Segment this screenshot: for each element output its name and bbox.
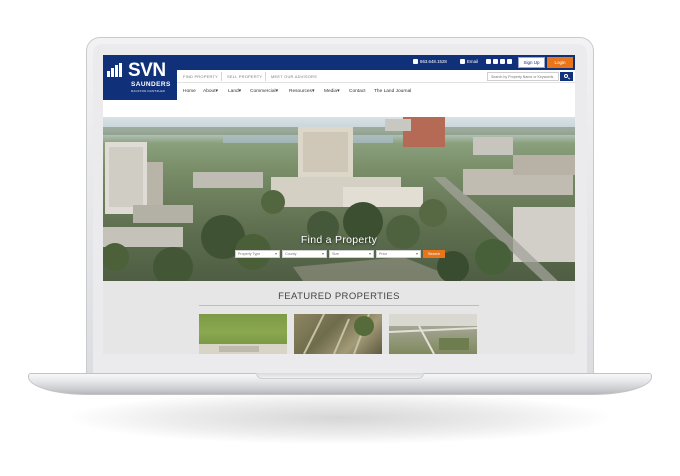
chevron-down-icon: ▾ [238,89,242,94]
chevron-down-icon: ▾ [275,89,279,94]
email-link[interactable]: Email [460,59,478,64]
divider [199,305,479,306]
nav-item-land-journal[interactable]: The Land Journal [374,89,411,94]
login-button[interactable]: Login [547,57,573,68]
laptop-mockup: SVN SAUNDERS RALSTON DANTZLER 863.648.15… [0,0,680,476]
sell-property-link[interactable]: SELL PROPERTY [227,74,262,79]
featured-property-card[interactable] [294,314,382,354]
laptop-hinge-notch [256,373,424,379]
sub-navigation-bar: FIND PROPERTY SELL PROPERTY MEET OUR ADV… [177,70,575,83]
divider [221,72,222,81]
youtube-icon[interactable] [507,59,512,64]
email-label: Email [467,59,478,64]
divider [265,72,266,81]
signup-button[interactable]: Sign Up [518,57,545,68]
hero-banner: Find a Property Property Type County Siz… [103,117,575,281]
price-select[interactable]: Price [376,250,421,258]
chevron-down-icon [416,253,418,255]
property-type-select[interactable]: Property Type [235,250,280,258]
phone-number: 863.648.1528 [420,59,447,64]
featured-property-card[interactable] [199,314,287,354]
logo-bars-icon [107,63,127,77]
phone-icon [413,59,418,64]
nav-item-resources[interactable]: Resources▾ [289,89,314,94]
twitter-icon[interactable] [493,59,498,64]
chevron-down-icon: ▾ [215,89,218,94]
nav-item-contact[interactable]: Contact [349,89,366,94]
featured-section: FEATURED PROPERTIES [103,281,575,354]
chevron-down-icon: ▾ [337,89,340,94]
site-search-button[interactable] [560,72,573,81]
logo-name: SAUNDERS [131,81,171,88]
chevron-down-icon: ▾ [311,89,315,94]
logo-mark-text: SVN [128,60,166,81]
laptop-shadow [70,392,610,444]
site-logo[interactable]: SVN SAUNDERS RALSTON DANTZLER [103,55,177,100]
laptop-screen: SVN SAUNDERS RALSTON DANTZLER 863.648.15… [103,55,575,354]
meet-advisors-link[interactable]: MEET OUR ADVISORS [271,74,317,79]
featured-property-card[interactable] [389,314,477,354]
logo-tagline: RALSTON DANTZLER [131,89,165,93]
property-photo [303,314,374,354]
linkedin-icon[interactable] [500,59,505,64]
county-select[interactable]: County [282,250,327,258]
top-utility-bar: 863.648.1528 Email Sign Up Login [177,55,575,70]
facebook-icon[interactable] [486,59,491,64]
property-photo [389,314,477,354]
find-property-link[interactable]: FIND PROPERTY [183,74,218,79]
nav-item-home[interactable]: Home [183,89,196,94]
email-icon [460,59,465,64]
phone-link[interactable]: 863.648.1528 [413,59,447,64]
nav-item-commercial[interactable]: Commercial▾ [250,89,278,94]
featured-title: FEATURED PROPERTIES [278,291,400,302]
site-header: SVN SAUNDERS RALSTON DANTZLER 863.648.15… [103,55,575,100]
size-select[interactable]: Size [329,250,374,258]
property-search-button[interactable]: Search [423,250,445,258]
hero-title: Find a Property [300,234,378,246]
chevron-down-icon [275,253,277,255]
main-navigation: Home About▾ Land▾ Commercial▾ Resources▾… [177,83,575,100]
nav-item-land[interactable]: Land▾ [228,89,241,94]
site-search-input[interactable] [487,72,559,81]
property-photo [199,344,287,354]
nav-item-about[interactable]: About▾ [203,89,218,94]
chevron-down-icon [369,253,371,255]
nav-item-media[interactable]: Media▾ [324,89,340,94]
chevron-down-icon [322,253,324,255]
